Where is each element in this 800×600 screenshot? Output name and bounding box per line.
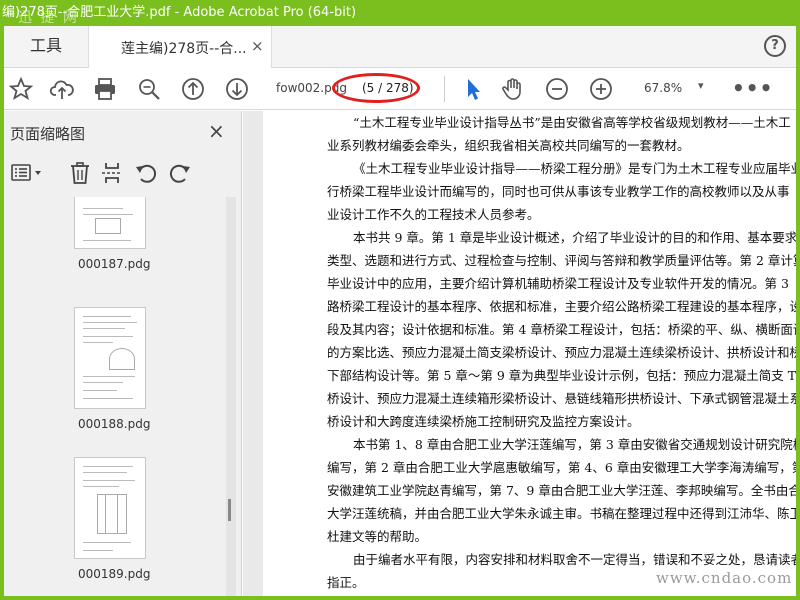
- red-annotation-ellipse: [332, 73, 420, 103]
- paragraph-4: 本书第 1、8 章由合肥工业大学汪莲编写，第 3 章由安徽省交通规划设计研究院梅…: [327, 433, 796, 548]
- cloud-upload-icon[interactable]: [49, 76, 75, 102]
- text-line: 本书第 1、8 章由合肥工业大学汪莲编写，第 3 章由安徽省交通规划设计研究院梅: [353, 437, 796, 452]
- text-line: 由于编者水平有限，内容安排和材料取舍不一定得当，错误和不妥之处，恳请读者: [353, 552, 796, 567]
- text-line: 业设计工作不久的工程技术人员参考。: [327, 207, 540, 222]
- zoom-in-icon[interactable]: [588, 76, 614, 102]
- page-thumbnail[interactable]: [74, 197, 146, 249]
- scrollbar-thumb[interactable]: [228, 499, 231, 521]
- text-line: 大学汪莲统稿，并由合肥工业大学朱永诚主审。书稿在整理过程中还得到江沛华、陈卫: [327, 506, 796, 521]
- text-line: 安徽建筑工业学院赵青编写，第 7、9 章由合肥工业大学汪莲、李邦映编写。全书由合…: [327, 483, 796, 498]
- list-options-icon[interactable]: [10, 161, 44, 185]
- main-toolbar: fow002.pdg (5 / 278) 67.8% ▾ •••: [4, 68, 796, 110]
- panel-close-icon[interactable]: ×: [208, 119, 225, 143]
- text-line: 段及其内容；设计依据和标准。第 4 章桥梁工程设计，包括：桥梁的平、纵、横断面设…: [327, 322, 796, 337]
- document-viewer[interactable]: “土木工程专业毕业设计指导丛书”是由安徽省高等学校省级规划教材——土木工 业系列…: [243, 111, 796, 596]
- thumbnail-list: 000187.pdg 000188.pdg 000189.pdg: [4, 197, 232, 596]
- paragraph-2: 《土木工程专业毕业设计指导——桥梁工程分册》是专门为土木工程专业应届毕业 行桥梁…: [327, 157, 796, 226]
- text-line: 杜建文等的帮助。: [327, 529, 428, 544]
- rotate-right-icon[interactable]: [168, 161, 192, 185]
- panel-title: 页面缩略图: [10, 125, 86, 143]
- text-line: 类型、选题和进行方式、过程检查与控制、评阅与答辩和教学质量评估等。第 2 章计算: [327, 253, 796, 268]
- page-thumbnail[interactable]: [74, 457, 146, 559]
- thumbnail-label: 000187.pdg: [78, 257, 151, 271]
- zoom-dropdown-icon[interactable]: ▾: [698, 79, 704, 92]
- page-up-icon[interactable]: [180, 76, 206, 102]
- text-line: 毕业设计中的应用，主要介绍计算机辅助桥梁工程设计及专业软件开发的情况。第 3: [327, 276, 789, 291]
- text-line: 编写，第 2 章由合肥工业大学扈惠敏编写，第 4、6 章由安徽理工大学李海涛编写…: [327, 460, 796, 475]
- paragraph-3: 本书共 9 章。第 1 章是毕业设计概述，介绍了毕业设计的目的和作用、基本要求 …: [327, 226, 796, 433]
- thumbnail-toolbar: [4, 159, 242, 189]
- tab-document-label: 莲主编)278页--合...: [121, 41, 247, 57]
- help-icon[interactable]: ?: [764, 35, 786, 57]
- tab-bar: 工具 莲主编)278页--合... × ?: [4, 26, 796, 68]
- pdf-page: “土木工程专业毕业设计指导丛书”是由安徽省高等学校省级规划教材——土木工 业系列…: [263, 111, 796, 596]
- thumbnail-label: 000188.pdg: [78, 417, 151, 431]
- text-line: 业系列教材编委会牵头，组织我省相关高校共同编写的一套教材。: [327, 138, 690, 153]
- text-line: 的方案比选、预应力混凝土简支梁桥设计、预应力混凝土连续梁桥设计、拱桥设计和桥: [327, 345, 796, 360]
- extract-pages-icon[interactable]: [100, 161, 124, 185]
- text-line: 《土木工程专业毕业设计指导——桥梁工程分册》是专门为土木工程专业应届毕业: [353, 161, 796, 176]
- text-line: 行桥梁工程毕业设计而编写的，同时也可供从事该专业教学工作的高校教师以及从事: [327, 184, 790, 199]
- thumbnail-label: 000189.pdg: [78, 567, 151, 581]
- text-line: 桥设计、预应力混凝土连续箱形梁桥设计、悬链线箱形拱桥设计、下承式钢管混凝土系: [327, 391, 796, 406]
- page-down-icon[interactable]: [224, 76, 250, 102]
- page-thumbnails-panel: 页面缩略图 × 000187.pdg 000188.pdg 000189.pdg: [4, 111, 242, 596]
- zoom-search-icon[interactable]: [136, 76, 162, 102]
- tab-tools[interactable]: 工具: [4, 26, 88, 68]
- hand-icon[interactable]: [500, 76, 526, 102]
- more-tools-icon[interactable]: •••: [732, 76, 773, 100]
- text-line: 路桥梁工程设计的基本程序、依据和标准，主要介绍公路桥梁工程建设的基本程序，设: [327, 299, 796, 314]
- site-watermark: www.cndao.com: [656, 569, 793, 587]
- rotate-left-icon[interactable]: [134, 161, 158, 185]
- page-thumbnail[interactable]: [74, 307, 146, 409]
- watermark-logo: 迅 捷 网: [18, 10, 79, 26]
- print-icon[interactable]: [92, 76, 118, 102]
- trash-icon[interactable]: [68, 161, 92, 185]
- select-arrow-icon[interactable]: [460, 76, 486, 102]
- paragraph-1: “土木工程专业毕业设计指导丛书”是由安徽省高等学校省级规划教材——土木工 业系列…: [327, 111, 796, 157]
- thumbnail-scrollbar[interactable]: [226, 197, 236, 596]
- text-line: “土木工程专业毕业设计指导丛书”是由安徽省高等学校省级规划教材——土木工: [353, 115, 791, 130]
- text-line: 本书共 9 章。第 1 章是毕业设计概述，介绍了毕业设计的目的和作用、基本要求: [353, 230, 796, 245]
- window-titlebar: 编)278页--合肥工业大学.pdf - Adobe Acrobat Pro (…: [0, 0, 800, 26]
- zoom-level-field[interactable]: 67.8%: [644, 81, 682, 95]
- toolbar-divider: [444, 76, 445, 102]
- close-tab-icon[interactable]: ×: [251, 37, 264, 55]
- zoom-out-icon[interactable]: [544, 76, 570, 102]
- text-line: 桥设计和大跨度连续梁桥施工控制研究及监控方案设计。: [327, 414, 640, 429]
- text-line: 下部结构设计等。第 5 章～第 9 章为典型毕业设计示例，包括：预应力混凝土简支…: [327, 368, 796, 383]
- tab-document[interactable]: 莲主编)278页--合... ×: [88, 26, 272, 68]
- window-bottom-border: [0, 596, 800, 600]
- star-icon[interactable]: [8, 76, 34, 102]
